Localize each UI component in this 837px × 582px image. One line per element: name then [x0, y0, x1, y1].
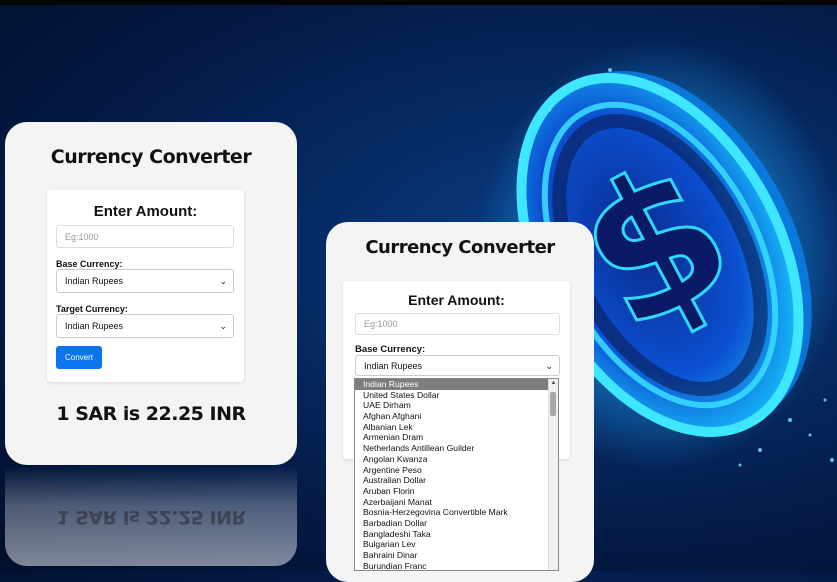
dropdown-option[interactable]: Barbadian Dollar	[355, 518, 548, 529]
dropdown-option[interactable]: Angolan Kwanza	[355, 454, 548, 465]
amount-label: Enter Amount:	[93, 203, 198, 220]
base-currency-dropdown-list[interactable]: Indian Rupees United States Dollar UAE Dir…	[354, 378, 559, 571]
dropdown-option[interactable]: Bulgarian Lev	[355, 539, 548, 550]
dropdown-option[interactable]: UAE Dirham	[355, 400, 548, 411]
dropdown-option[interactable]: Burundian Franc	[355, 561, 548, 570]
dropdown-option[interactable]: Azerbaijani Manat	[355, 497, 548, 508]
dropdown-option[interactable]: Afghan Afghani	[355, 411, 548, 422]
converter-card-left: Currency Converter Enter Amount: Eg:1000…	[5, 122, 297, 465]
base-currency-select[interactable]: Indian Rupees ⌄	[56, 269, 234, 293]
target-currency-select[interactable]: Indian Rupees ⌄	[56, 314, 234, 338]
dropdown-option[interactable]: United States Dollar	[355, 390, 548, 401]
amount-label: Enter Amount:	[408, 292, 505, 308]
base-currency-label: Base Currency:	[56, 259, 123, 269]
scroll-up-icon[interactable]: ▲	[549, 380, 558, 386]
target-currency-label: Target Currency:	[56, 304, 128, 314]
dropdown-option[interactable]: Indian Rupees	[355, 379, 548, 390]
base-currency-select[interactable]: Indian Rupees ⌄	[355, 355, 560, 376]
dropdown-option[interactable]: Armenian Dram	[355, 432, 548, 443]
convert-button[interactable]: Convert	[56, 346, 102, 369]
card-title: Currency Converter	[50, 146, 252, 168]
base-currency-value: Indian Rupees	[364, 361, 423, 371]
chevron-down-icon: ⌄	[545, 361, 553, 371]
top-bar	[0, 0, 837, 5]
dropdown-option[interactable]: Argentine Peso	[355, 465, 548, 476]
dropdown-options: Indian Rupees United States Dollar UAE Dir…	[355, 379, 558, 570]
dropdown-option[interactable]: Australian Dollar	[355, 475, 548, 486]
target-currency-value: Indian Rupees	[65, 321, 124, 331]
card-reflection: 1 SAR is 22.25 INR	[5, 466, 297, 566]
converter-form: Enter Amount: Eg:1000 Base Currency: Ind…	[47, 190, 244, 382]
scrollbar-thumb[interactable]	[550, 392, 556, 416]
dropdown-option[interactable]: Bahraini Dinar	[355, 550, 548, 561]
scrollbar[interactable]: ▲	[548, 379, 558, 570]
dropdown-option[interactable]: Bangladeshi Taka	[355, 529, 548, 540]
dropdown-option[interactable]: Bosnia-Herzegovina Convertible Mark	[355, 507, 548, 518]
dropdown-option[interactable]: Netherlands Antillean Guilder	[355, 443, 548, 454]
base-currency-value: Indian Rupees	[65, 276, 124, 286]
card-title: Currency Converter	[365, 237, 555, 258]
conversion-result: 1 SAR is 22.25 INR	[56, 403, 246, 425]
amount-input[interactable]: Eg:1000	[56, 225, 234, 248]
dropdown-option[interactable]: Albanian Lek	[355, 422, 548, 433]
reflected-result: 1 SAR is 22.25 INR	[56, 506, 246, 528]
chevron-down-icon: ⌄	[219, 321, 227, 331]
amount-input[interactable]: Eg:1000	[355, 313, 560, 335]
chevron-down-icon: ⌄	[219, 276, 227, 286]
base-currency-label: Base Currency:	[355, 344, 426, 355]
dropdown-option[interactable]: Aruban Florin	[355, 486, 548, 497]
